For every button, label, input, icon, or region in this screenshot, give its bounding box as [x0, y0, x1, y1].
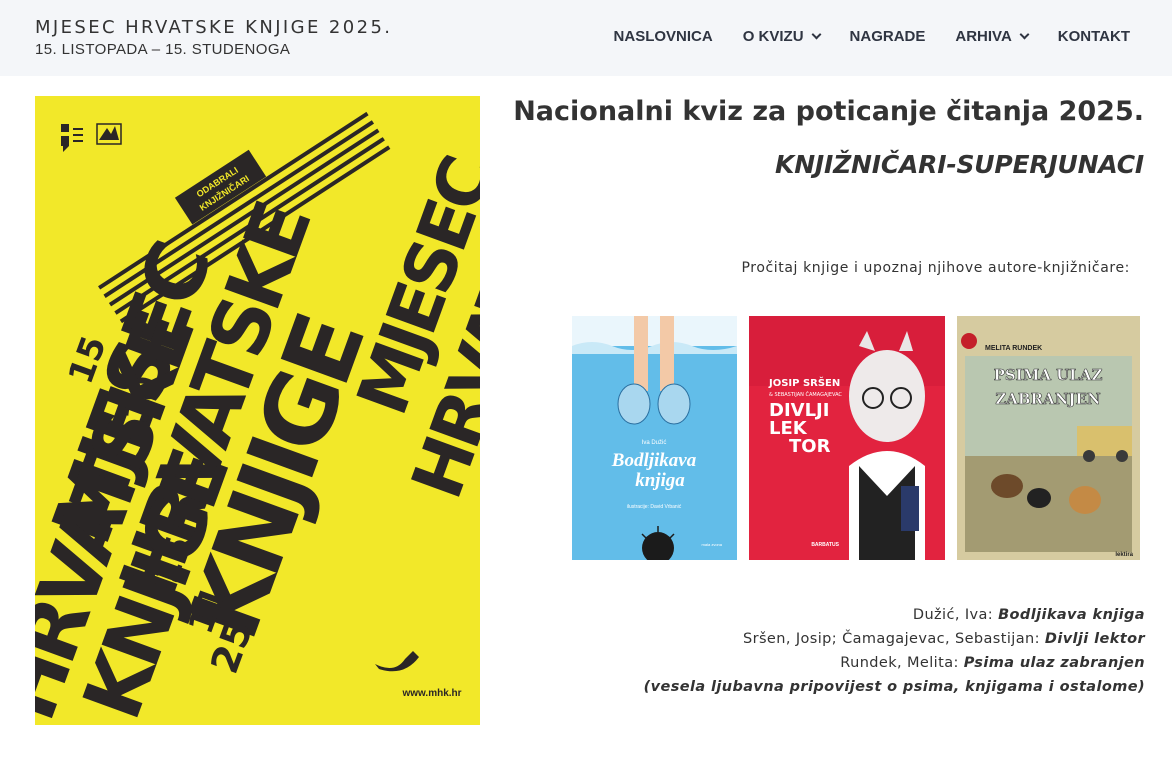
- site-title[interactable]: MJESEC HRVATSKE KNJIGE 2025.: [35, 17, 392, 38]
- chevron-down-icon: [1019, 29, 1030, 40]
- credit-title: Psima ulaz zabranjen: [963, 655, 1145, 671]
- nav-item-nagrade[interactable]: NAGRADE: [850, 28, 926, 45]
- campaign-poster: ODABRALI KNJIŽNIČARI MJESEC HRVATSKE KNJ…: [35, 96, 480, 725]
- book-publisher: mala zvona: [702, 542, 723, 547]
- book-coauthor: & SEBASTIJAN ČAMAGAJEVAC: [769, 391, 842, 398]
- nav-item-label: NAGRADE: [849, 28, 926, 45]
- book-cover-art: JOSIP SRŠEN & SEBASTIJAN ČAMAGAJEVAC DIV…: [749, 316, 945, 560]
- book-cover-art: MELITA RUNDEK PSIMA ULAZ ZABRANJEN lekti…: [957, 316, 1140, 560]
- site-header: MJESEC HRVATSKE KNJIGE 2025. 15. LISTOPA…: [0, 0, 1172, 76]
- book-cover-bodljikava-knjiga[interactable]: Iva Dužić Bodljikava knjiga ilustracije:…: [572, 316, 737, 560]
- credit-authors: Dužić, Iva:: [912, 607, 999, 623]
- main-nav: NASLOVNICA O KVIZU NAGRADE ARHIVA KONTAK…: [614, 28, 1130, 45]
- book-cover-art: Iva Dužić Bodljikava knjiga ilustracije:…: [572, 316, 737, 560]
- nav-item-label: O KVIZU: [742, 28, 804, 45]
- book-title-line-1: Bodljikava: [611, 450, 697, 471]
- credit-note: (vesela ljubavna pripovijest o psima, kn…: [643, 679, 1145, 695]
- book-cover-divlji-lektor[interactable]: JOSIP SRŠEN & SEBASTIJAN ČAMAGAJEVAC DIV…: [749, 316, 945, 560]
- credit-line: Rundek, Melita: Psima ulaz zabranjen: [644, 651, 1145, 675]
- book-title-line-1: PSIMA ULAZ: [994, 366, 1103, 384]
- book-publisher: lektira: [1115, 552, 1133, 558]
- poster-url: www.mhk.hr: [401, 688, 461, 699]
- credit-line: Dužić, Iva: Bodljikava knjiga: [644, 603, 1145, 627]
- nav-item-o-kvizu[interactable]: O KVIZU: [742, 28, 821, 45]
- nav-item-arhiva[interactable]: ARHIVA: [955, 28, 1030, 45]
- chevron-down-icon: [811, 29, 821, 40]
- book-author: MELITA RUNDEK: [985, 345, 1042, 352]
- book-title-line-2: knjiga: [635, 470, 685, 491]
- page-title: Nacionalni kviz za poticanje čitanja 202…: [513, 96, 1144, 127]
- book-author: Iva Dužić: [642, 440, 667, 446]
- credit-title: Divlji lektor: [1044, 631, 1145, 647]
- page-subtitle: KNJIŽNIČARI-SUPERJUNACI: [775, 150, 1144, 179]
- book-title-line-3: TOR: [789, 436, 831, 457]
- nav-item-kontakt[interactable]: KONTAKT: [1058, 28, 1130, 45]
- nav-item-label: ARHIVA: [955, 28, 1012, 45]
- nav-item-label: NASLOVNICA: [613, 28, 713, 45]
- book-title-line-2: ZABRANJEN: [995, 390, 1101, 408]
- credit-title: Bodljikava knjiga: [998, 607, 1145, 623]
- book-author: JOSIP SRŠEN: [768, 376, 840, 389]
- book-cover-psima-ulaz-zabranjen[interactable]: MELITA RUNDEK PSIMA ULAZ ZABRANJEN lekti…: [957, 316, 1140, 560]
- book-publisher: BARBATUS: [811, 542, 839, 548]
- credit-line: Sršen, Josip; Čamagajevac, Sebastijan: D…: [644, 627, 1145, 651]
- intro-text: Pročitaj knjige i upoznaj njihove autore…: [741, 260, 1130, 276]
- nav-item-naslovnica[interactable]: NASLOVNICA: [614, 28, 713, 45]
- book-credits: Dužić, Iva: Bodljikava knjiga Sršen, Jos…: [644, 603, 1145, 699]
- poster-artwork: ODABRALI KNJIŽNIČARI MJESEC HRVATSKE KNJ…: [35, 96, 480, 725]
- nav-item-label: KONTAKT: [1057, 28, 1130, 45]
- credit-authors: Sršen, Josip; Čamagajevac, Sebastijan:: [743, 631, 1045, 647]
- credit-authors: Rundek, Melita:: [840, 655, 964, 671]
- book-illustrator: ilustracije: David Vrbanić: [627, 504, 682, 510]
- site-tagline: 15. LISTOPADA – 15. STUDENOGA: [35, 41, 291, 58]
